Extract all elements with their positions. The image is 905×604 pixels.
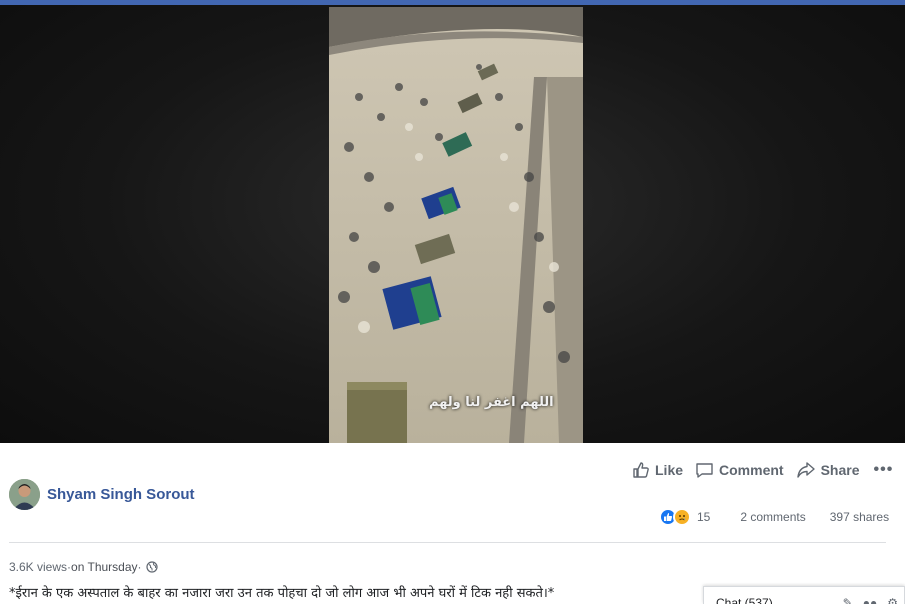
comment-label: Comment <box>719 462 784 478</box>
comment-button[interactable]: Comment <box>695 461 784 479</box>
thumbs-up-icon <box>633 462 649 478</box>
group-icon[interactable]: ●● <box>863 596 878 604</box>
author-name-link[interactable]: Shyam Singh Sorout <box>47 486 195 503</box>
post-date-link[interactable]: on Thursday <box>71 560 138 574</box>
post-stats: 15 2 comments 397 shares <box>659 508 889 526</box>
share-button[interactable]: Share <box>796 461 860 479</box>
video-caption: اللهم اغفر لنا ولهم <box>429 395 554 410</box>
new-message-icon[interactable]: ✎ <box>843 596 853 604</box>
avatar[interactable] <box>9 479 40 510</box>
chat-label[interactable]: Chat (537) <box>716 596 773 604</box>
post-author[interactable]: Shyam Singh Sorout <box>9 479 195 510</box>
share-icon <box>796 462 815 478</box>
divider <box>9 542 886 543</box>
like-label: Like <box>655 462 684 478</box>
post-actions: Like Comment Share ••• <box>632 461 893 479</box>
shares-count-link[interactable]: 397 shares <box>830 510 889 524</box>
comments-count-link[interactable]: 2 comments <box>740 510 805 524</box>
post-meta: 3.6K views · on Thursday · <box>9 560 158 574</box>
like-button[interactable]: Like <box>632 461 683 479</box>
more-options-button[interactable]: ••• <box>874 461 894 479</box>
comment-icon <box>696 463 713 478</box>
video-thumbnail <box>329 7 583 443</box>
views-count: 3.6K views <box>9 560 68 574</box>
chat-bar[interactable]: Chat (537) ✎ ●● ⚙ <box>703 586 905 604</box>
globe-icon <box>145 561 158 573</box>
sad-reaction-icon[interactable] <box>673 508 691 526</box>
video-frame[interactable]: اللهم اغفر لنا ولهم <box>329 7 583 443</box>
reaction-count[interactable]: 15 <box>697 510 710 524</box>
share-label: Share <box>820 462 860 478</box>
post-text: *ईरान के एक अस्पताल के बाहर का नजारा जरा… <box>9 586 555 601</box>
meta-separator: · <box>137 560 142 574</box>
gear-icon[interactable]: ⚙ <box>887 596 898 604</box>
video-player[interactable]: اللهم اغفر لنا ولهم <box>0 5 905 443</box>
